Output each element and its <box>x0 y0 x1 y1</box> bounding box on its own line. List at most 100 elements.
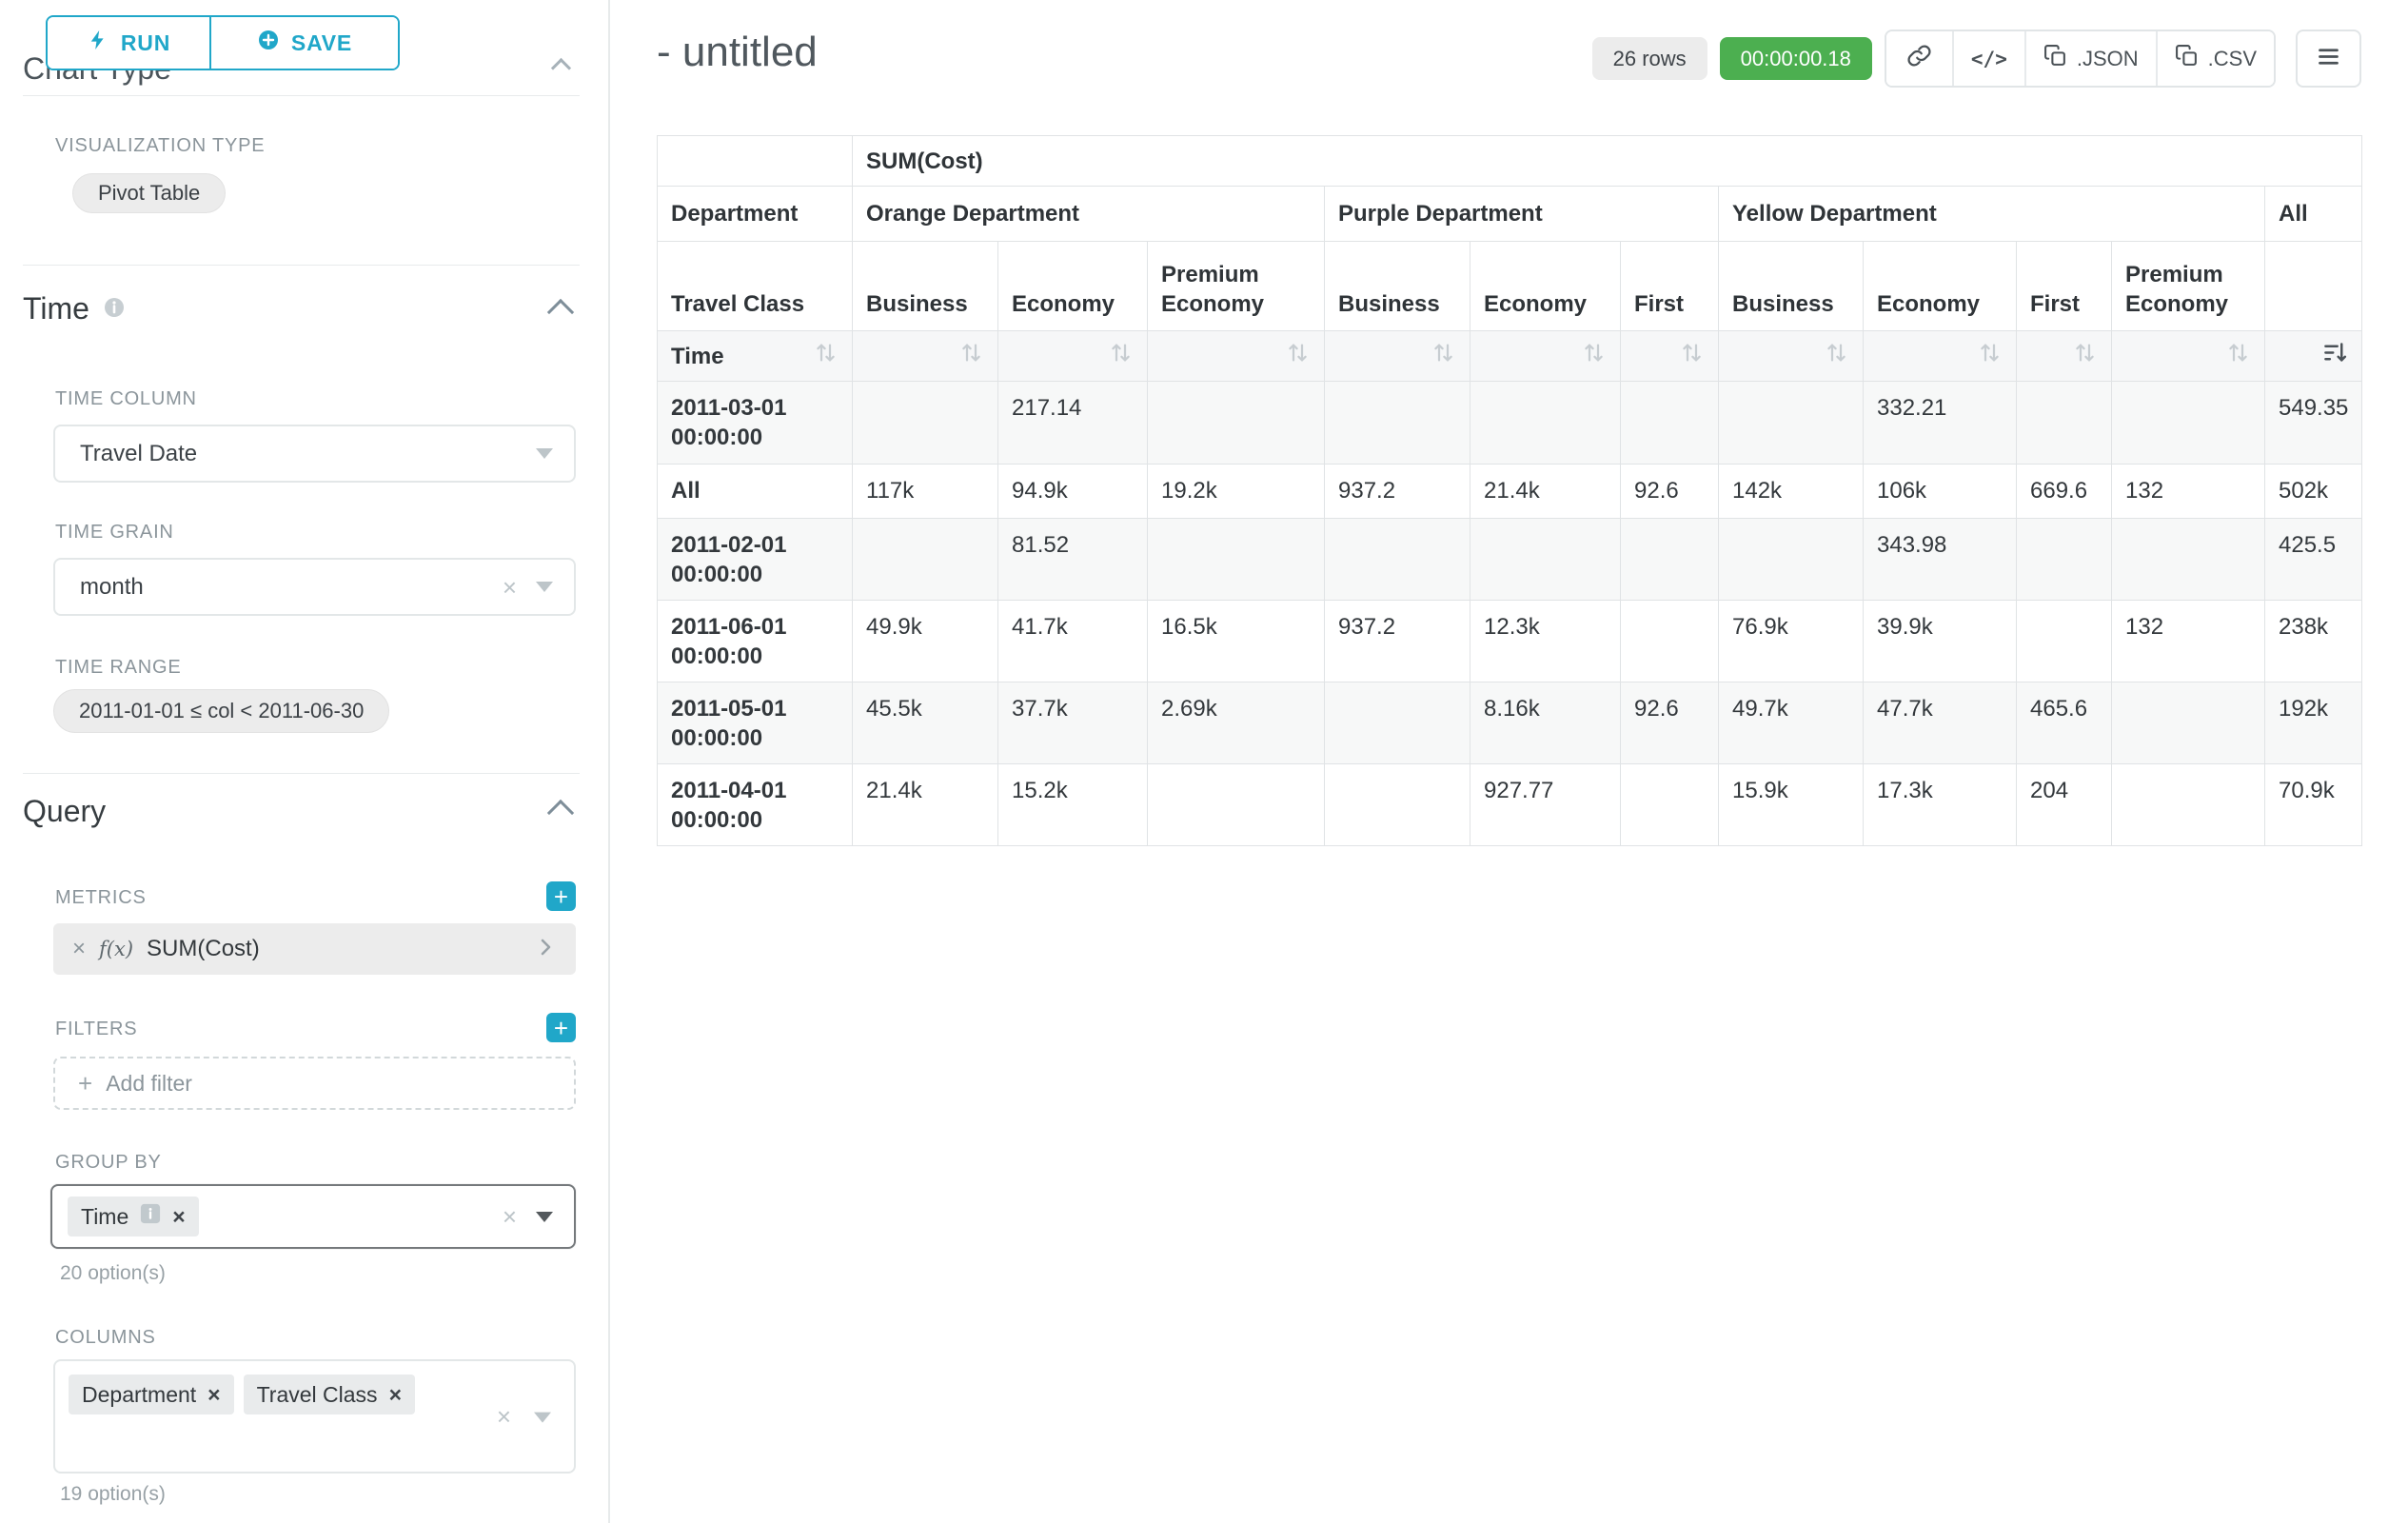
pivot-data-row: 2011-03-01 00:00:00217.14332.21549.35 <box>658 382 2362 465</box>
sort-icon[interactable] <box>1285 340 1311 373</box>
chevron-down-icon[interactable] <box>536 1212 553 1222</box>
pivot-cell: 132 <box>2112 465 2265 519</box>
pivot-cell: 502k <box>2265 465 2362 519</box>
pivot-sort-cell[interactable] <box>2112 331 2265 382</box>
metric-name: SUM(Cost) <box>147 936 521 962</box>
pivot-sort-cell[interactable] <box>1719 331 1864 382</box>
pivot-cell: 15.2k <box>998 764 1148 846</box>
timer-badge: 00:00:00.18 <box>1720 37 1872 80</box>
export-button-group: </> .JSON .CSV <box>1885 30 2276 88</box>
pivot-cell: 937.2 <box>1325 465 1470 519</box>
pivot-department-label: Department <box>658 187 853 242</box>
viz-type-pill[interactable]: Pivot Table <box>72 173 226 213</box>
info-icon[interactable] <box>103 291 126 326</box>
pivot-time-label: Time <box>671 342 724 371</box>
pivot-sort-cell[interactable] <box>1864 331 2017 382</box>
chevron-down-icon[interactable] <box>534 1413 551 1423</box>
pivot-all-header: All <box>2265 187 2362 242</box>
metrics-label: METRICS <box>55 887 147 909</box>
sort-icon[interactable] <box>1824 340 1849 373</box>
remove-metric-icon[interactable]: × <box>72 936 86 962</box>
pivot-cell: 927.77 <box>1470 764 1621 846</box>
pivot-sort-cell-active[interactable] <box>2265 331 2362 382</box>
pivot-cell: 19.2k <box>1148 465 1325 519</box>
pivot-cell: 21.4k <box>853 764 998 846</box>
chevron-down-icon[interactable] <box>536 582 553 592</box>
pivot-cell: 204 <box>2017 764 2112 846</box>
pivot-sort-cell[interactable] <box>998 331 1148 382</box>
pivot-sort-cell[interactable] <box>1621 331 1719 382</box>
fx-icon: f(x) <box>99 938 133 960</box>
export-json-button[interactable]: .JSON <box>2024 31 2156 86</box>
menu-icon <box>2316 44 2341 74</box>
export-csv-button[interactable]: .CSV <box>2156 31 2274 86</box>
pivot-cell: 81.52 <box>998 519 1148 601</box>
clear-icon[interactable]: × <box>497 1404 511 1429</box>
group-by-select[interactable]: Time × × <box>50 1184 576 1249</box>
save-button[interactable]: SAVE <box>211 17 398 69</box>
add-filter-box[interactable]: + Add filter <box>53 1057 576 1110</box>
pivot-sort-cell[interactable] <box>1325 331 1470 382</box>
pivot-sort-cell[interactable] <box>2017 331 2112 382</box>
pivot-class-header: Business <box>853 242 998 331</box>
columns-value-pill[interactable]: Department × <box>69 1375 234 1414</box>
pivot-cell <box>2112 682 2265 764</box>
pivot-time-sort-cell[interactable]: Time <box>658 331 853 382</box>
time-grain-select[interactable]: month × <box>53 558 576 616</box>
share-link-button[interactable] <box>1886 31 1952 86</box>
sort-icon[interactable] <box>2225 340 2251 373</box>
run-button[interactable]: RUN <box>48 17 211 69</box>
pivot-cell: 45.5k <box>853 682 998 764</box>
columns-options-hint: 19 option(s) <box>60 1483 166 1506</box>
sort-icon[interactable] <box>2072 340 2098 373</box>
remove-value-icon[interactable]: × <box>207 1384 220 1406</box>
sort-icon[interactable] <box>1108 340 1134 373</box>
pivot-cell: 217.14 <box>998 382 1148 465</box>
pivot-sort-cell[interactable] <box>1148 331 1325 382</box>
columns-value: Department <box>82 1382 196 1408</box>
chevron-up-icon[interactable] <box>554 61 568 80</box>
time-column-select[interactable]: Travel Date <box>53 425 576 483</box>
add-filter-plus-button[interactable]: + <box>546 1013 576 1042</box>
pivot-cell: 21.4k <box>1470 465 1621 519</box>
caret-right-icon[interactable] <box>534 936 557 963</box>
time-column-label: TIME COLUMN <box>55 388 197 410</box>
pivot-cell <box>1325 519 1470 601</box>
pivot-sort-cell[interactable] <box>1470 331 1621 382</box>
pivot-travel-class-label: Travel Class <box>658 242 853 331</box>
more-options-button[interactable] <box>2296 30 2361 88</box>
sort-icon[interactable] <box>813 340 839 373</box>
add-metric-button[interactable]: + <box>546 881 576 911</box>
sort-icon[interactable] <box>958 340 984 373</box>
pivot-class-header: Economy <box>1864 242 2017 331</box>
time-column-value: Travel Date <box>80 441 197 467</box>
pivot-row-label: 2011-05-01 00:00:00 <box>658 682 853 764</box>
sort-icon[interactable] <box>1679 340 1705 373</box>
clear-icon[interactable]: × <box>503 575 517 600</box>
time-grain-label: TIME GRAIN <box>55 522 174 544</box>
pivot-cell: 92.6 <box>1621 465 1719 519</box>
columns-select[interactable]: Department × Travel Class × × <box>53 1359 576 1474</box>
clear-icon[interactable]: × <box>503 1204 517 1229</box>
sort-icon[interactable] <box>1581 340 1607 373</box>
pivot-cell <box>2017 601 2112 682</box>
metric-item[interactable]: × f(x) SUM(Cost) <box>53 923 576 975</box>
sort-icon[interactable] <box>1431 340 1456 373</box>
group-by-value-pill[interactable]: Time × <box>68 1197 199 1236</box>
chevron-up-icon[interactable] <box>551 803 570 827</box>
pivot-cell: 425.5 <box>2265 519 2362 601</box>
chevron-up-icon[interactable] <box>551 303 570 326</box>
chevron-down-icon[interactable] <box>536 448 553 459</box>
remove-value-icon[interactable]: × <box>172 1206 185 1228</box>
page-title[interactable]: - untitled <box>657 29 818 76</box>
columns-value-pill[interactable]: Travel Class × <box>244 1375 415 1414</box>
sort-icon[interactable] <box>1977 340 2003 373</box>
pivot-sort-cell[interactable] <box>853 331 998 382</box>
pivot-cell: 76.9k <box>1719 601 1864 682</box>
pivot-cell: 70.9k <box>2265 764 2362 846</box>
time-range-pill[interactable]: 2011-01-01 ≤ col < 2011-06-30 <box>53 689 389 733</box>
view-query-button[interactable]: </> <box>1952 31 2024 86</box>
remove-value-icon[interactable]: × <box>389 1384 402 1406</box>
sort-desc-icon[interactable] <box>2322 340 2348 373</box>
info-icon[interactable] <box>140 1203 161 1230</box>
